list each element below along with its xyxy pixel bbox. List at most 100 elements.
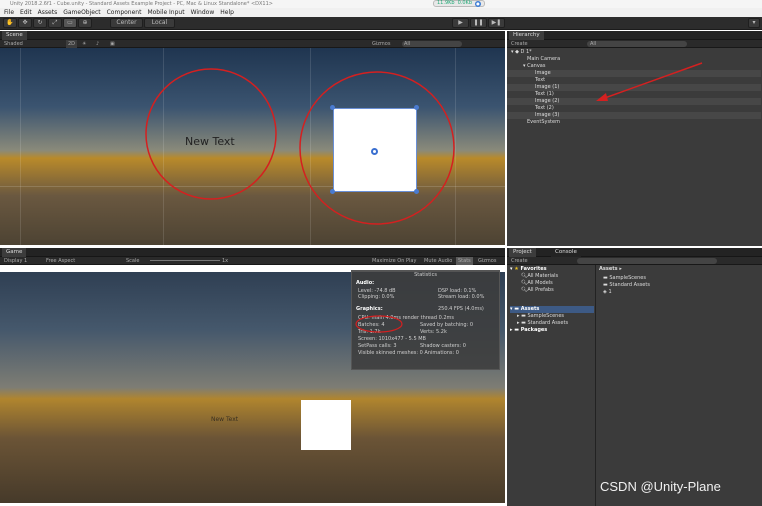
menu-component[interactable]: Component (107, 8, 142, 17)
tab-project[interactable]: Project (509, 248, 536, 257)
clipping: Clipping: 0.0% (358, 294, 395, 300)
menu-window[interactable]: Window (191, 8, 215, 17)
audio-heading: Audio: (356, 280, 375, 286)
mute-audio-toggle[interactable]: Mute Audio (424, 257, 452, 265)
pivot-toggle[interactable]: Center (110, 18, 143, 28)
menu-assets[interactable]: Assets (38, 8, 58, 17)
favorite-item[interactable]: 🔍︎All Materials (521, 273, 558, 280)
project-breadcrumb[interactable]: Assets ▸ (599, 266, 622, 273)
hand-tool-icon[interactable]: ✋ (3, 18, 17, 28)
favorite-label: All Models (527, 280, 553, 286)
menu-edit[interactable]: Edit (20, 8, 32, 17)
menu-help[interactable]: Help (220, 8, 234, 17)
verts: Verts: 5.2k (420, 329, 447, 335)
hierarchy-panel: Hierarchy Create All ▾ ◆ D 1* Main Camer… (507, 31, 762, 246)
folder-label: Standard Assets (527, 320, 569, 326)
play-button[interactable]: ▶ (452, 18, 469, 28)
scene-viewport[interactable]: New Text (0, 48, 505, 245)
favorite-label: All Materials (527, 273, 559, 279)
rect-tool-icon[interactable]: ▭ (63, 18, 77, 28)
breadcrumb-label: Assets (599, 266, 618, 272)
menu-gameobject[interactable]: GameObject (63, 8, 100, 17)
assets-folder[interactable]: ▾ ▬ Assets (510, 306, 594, 313)
project-search-input[interactable] (577, 258, 717, 264)
statistics-title: Statistics (414, 272, 437, 278)
shading-dropdown[interactable]: Shaded (4, 40, 23, 48)
hierarchy-item[interactable]: Image (3) (507, 112, 761, 119)
move-tool-icon[interactable]: ✥ (18, 18, 32, 28)
scale-slider[interactable] (150, 260, 220, 261)
folder-icon: ▬ (521, 313, 526, 319)
hierarchy-create-dropdown[interactable]: Create (511, 40, 528, 48)
item-label: Text (535, 77, 546, 83)
star-icon: ★ (514, 266, 519, 272)
annotation-overlay (145, 68, 455, 225)
favorite-item[interactable]: 🔍︎All Models (521, 280, 553, 287)
upload-rate: 11.9Kb (437, 0, 455, 6)
transform-tool-icon[interactable]: ⊕ (78, 18, 92, 28)
favorites-folder[interactable]: ▾ ★ Favorites (510, 266, 547, 273)
folder-icon: ▬ (514, 327, 519, 333)
tab-game[interactable]: Game (2, 248, 27, 257)
tab-scene[interactable]: Scene (2, 31, 27, 40)
statistics-overlay: Statistics Audio: Level: -74.8 dB DSP lo… (351, 270, 500, 370)
pause-button[interactable]: ❚❚ (470, 18, 487, 28)
tab-console[interactable]: Console (551, 248, 581, 257)
space-toggle[interactable]: Local (144, 18, 175, 28)
csdn-watermark: CSDN @Unity-Plane (600, 479, 721, 494)
maximize-on-play-toggle[interactable]: Maximize On Play (372, 257, 416, 265)
packages-folder[interactable]: ▸ ▬ Packages (510, 327, 547, 334)
menu-file[interactable]: File (4, 8, 14, 17)
shadow-casters: Shadow casters: 0 (420, 343, 466, 349)
lighting-toggle-icon[interactable]: ☀ (82, 40, 86, 48)
tab-hierarchy[interactable]: Hierarchy (509, 31, 544, 40)
project-create-dropdown[interactable]: Create (511, 257, 528, 265)
folder-icon: ▬ (521, 320, 526, 326)
scene-search-input[interactable]: All (402, 41, 462, 47)
annotation-batches-circle (355, 315, 403, 333)
asset-folder-item[interactable]: ▸ ▬ SampleScenes (517, 313, 564, 320)
main-toolbar: ✋ ✥ ↻ ⤢ ▭ ⊕ Center Local ▶ ❚❚ ▶❚ ▾ (0, 17, 762, 30)
mode-2d-toggle[interactable]: 2D (66, 40, 78, 48)
rotate-tool-icon[interactable]: ↻ (33, 18, 47, 28)
game-text-object: New Text (211, 416, 239, 423)
network-status-badge: 11.9Kb 0.0Kb ● (433, 0, 485, 7)
hierarchy-item[interactable]: EventSystem (507, 119, 761, 126)
stats-toggle[interactable]: Stats (456, 257, 473, 265)
scene-file-icon: ◈ (603, 289, 607, 295)
asset-item[interactable]: ▬ Standard Assets (603, 282, 650, 289)
screen-size: Screen: 1010x477 - 5.5 MB (358, 336, 426, 342)
packages-label: Packages (520, 327, 548, 333)
item-label: Text (1) (535, 91, 554, 97)
asset-item[interactable]: ▬ SampleScenes (603, 275, 646, 282)
layout-dropdown[interactable]: ▾ (748, 18, 760, 28)
asset-item[interactable]: ◈ 1 (603, 289, 612, 296)
item-label: Image (535, 70, 551, 76)
assets-label: Assets (520, 306, 540, 312)
menu-mobile-input[interactable]: Mobile Input (147, 8, 184, 17)
asset-folder-item[interactable]: ▸ ▬ Standard Assets (517, 320, 568, 327)
setpass-calls: SetPass calls: 3 (358, 343, 397, 349)
asset-label: Standard Assets (609, 282, 650, 288)
favorite-label: All Prefabs (527, 287, 554, 293)
window-title: Unity 2018.2.6f1 - Cube.unity - Standard… (0, 0, 762, 8)
hierarchy-search-input[interactable]: All (587, 41, 687, 47)
hierarchy-scene-row[interactable]: ▾ ◆ D 1* (507, 49, 761, 56)
hierarchy-item[interactable]: Text (2) (507, 105, 761, 112)
effects-toggle-icon[interactable]: ▣ (110, 40, 115, 48)
audio-toggle-icon[interactable]: ♪ (96, 40, 99, 48)
saved-by-batching: Saved by batching: 0 (420, 322, 474, 328)
gizmos-dropdown[interactable]: Gizmos (372, 40, 390, 48)
scale-tool-icon[interactable]: ⤢ (48, 18, 62, 28)
step-button[interactable]: ▶❚ (488, 18, 505, 28)
asset-label: SampleScenes (609, 275, 646, 281)
aspect-dropdown[interactable]: Free Aspect (46, 257, 75, 265)
scale-value: 1x (222, 258, 229, 264)
game-gizmos-dropdown[interactable]: Gizmos (478, 257, 496, 265)
item-label: Canvas (527, 63, 546, 69)
folder-icon: ▬ (603, 275, 608, 281)
scene-name: D 1* (520, 49, 532, 55)
download-rate: 0.0Kb (457, 0, 472, 6)
display-dropdown[interactable]: Display 1 (4, 257, 27, 265)
favorite-item[interactable]: 🔍︎All Prefabs (521, 287, 554, 294)
